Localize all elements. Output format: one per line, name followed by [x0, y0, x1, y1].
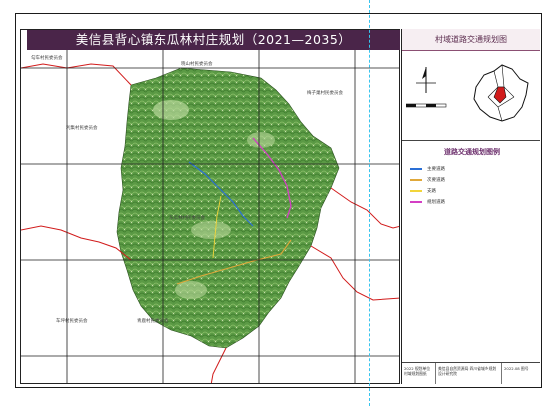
- village-label: 晓山村民委员会: [181, 62, 213, 67]
- guide-line: [369, 0, 370, 406]
- legend-item: 支路: [410, 185, 534, 196]
- cultivated-patch: [175, 281, 207, 299]
- footer-right: 2022.08 图号: [504, 366, 529, 371]
- legend-item: 次要道路: [410, 174, 534, 185]
- legend-swatch-main-road: [410, 167, 422, 170]
- legend-title: 道路交通规划图例: [444, 148, 500, 156]
- legend-swatch-planned-road: [410, 200, 422, 203]
- cultivated-patch: [191, 221, 231, 239]
- boundary-line-southeast: [310, 245, 399, 301]
- village-label: 青鹿村民委员会: [137, 319, 169, 324]
- legend-label: 主要道路: [427, 166, 445, 172]
- panel-title: 村域道路交通规划图: [402, 29, 540, 51]
- scale-bar-icon: [406, 103, 447, 108]
- legend: 道路交通规划图例 主要道路 次要道路 支路 规划道路: [410, 147, 534, 207]
- village-label: 东瓜林村民委员会: [169, 216, 205, 221]
- legend-swatch-secondary-road: [410, 178, 422, 181]
- village-label: 梅子巢村民委员会: [307, 91, 343, 96]
- main-map: 勾车村民委员会 晓山村民委员会 梅子巢村民委员会 利集村民委员会 东瓜林村民委员…: [20, 29, 400, 384]
- side-panel: 村域道路交通规划图 道路交通规划图例 主要道路 次要道路 支路 规划道路 202…: [401, 29, 541, 384]
- legend-label: 规划道路: [427, 199, 445, 205]
- boundary-line-west: [21, 225, 132, 261]
- location-inset-map: [473, 64, 529, 122]
- footer-left: 2022 规划单位 村域规划图纸: [402, 363, 436, 384]
- map-canvas: [21, 50, 399, 383]
- village-label: 勾车村民委员会: [31, 56, 63, 61]
- village-territory: [116, 67, 340, 349]
- legend-swatch-branch-road: [410, 189, 422, 192]
- footer-middle: 美信县自然资源局 四川省城乡规划设计研究院: [436, 363, 502, 384]
- cultivated-patch: [247, 132, 275, 148]
- boundary-line-south: [210, 347, 227, 383]
- locator-section: [402, 51, 540, 141]
- cultivated-patch: [153, 100, 189, 120]
- legend-item: 主要道路: [410, 163, 534, 174]
- legend-label: 次要道路: [427, 177, 445, 183]
- title-block: 2022 规划单位 村域规划图纸 美信县自然资源局 四川省城乡规划设计研究院 2…: [402, 362, 540, 384]
- map-title: 美信县背心镇东瓜林村庄规划（2021—2035）: [27, 30, 400, 50]
- boundary-line-north: [21, 63, 132, 86]
- north-arrow-icon: [416, 67, 436, 93]
- village-label: 利集村民委员会: [66, 126, 98, 131]
- legend-item: 规划道路: [410, 196, 534, 207]
- boundary-line-east: [330, 187, 399, 229]
- village-label: 车坪村民委员会: [56, 319, 88, 324]
- legend-label: 支路: [427, 188, 436, 194]
